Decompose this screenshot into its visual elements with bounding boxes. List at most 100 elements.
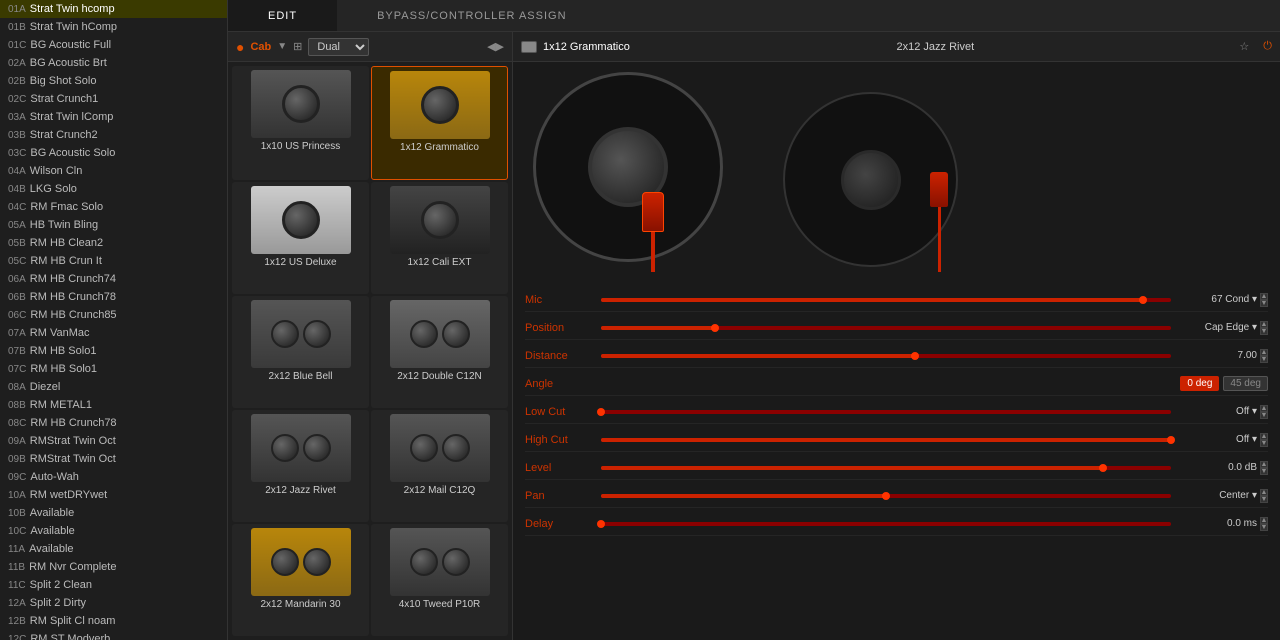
low-cut-value[interactable]: Off ▾	[1177, 406, 1257, 417]
sidebar-item-01c[interactable]: 01CBG Acoustic Full	[0, 36, 227, 54]
sidebar-item-12b[interactable]: 12BRM Split Cl noam	[0, 612, 227, 630]
low-cut-track[interactable]	[601, 410, 1171, 414]
level-spin-up[interactable]: ▲	[1260, 461, 1268, 468]
sidebar-item-07a[interactable]: 07ARM VanMac	[0, 324, 227, 342]
dist-spin-up[interactable]: ▲	[1260, 349, 1268, 356]
level-thumb[interactable]	[1099, 464, 1107, 472]
level-spin-down[interactable]: ▼	[1260, 468, 1268, 475]
sidebar-item-11b[interactable]: 11BRM Nvr Complete	[0, 558, 227, 576]
sidebar-item-09a[interactable]: 09ARMStrat Twin Oct	[0, 432, 227, 450]
angle-45deg-button[interactable]: 45 deg	[1223, 376, 1268, 391]
cab-item-2x12-blue-bell[interactable]: 2x12 Blue Bell	[232, 296, 369, 408]
pos-spin-down[interactable]: ▼	[1260, 328, 1268, 335]
sidebar-item-06a[interactable]: 06ARM HB Crunch74	[0, 270, 227, 288]
tab-edit[interactable]: EDIT	[228, 0, 337, 31]
cab-slot-2-name[interactable]: 2x12 Jazz Rivet	[897, 41, 975, 53]
high-cut-value[interactable]: Off ▾	[1177, 434, 1257, 445]
distance-spinner[interactable]: ▲▼	[1260, 349, 1268, 363]
distance-track[interactable]	[601, 354, 1171, 358]
level-spinner[interactable]: ▲▼	[1260, 461, 1268, 475]
sidebar-item-07b[interactable]: 07BRM HB Solo1	[0, 342, 227, 360]
high-cut-track[interactable]	[601, 438, 1171, 442]
cab-dropdown-arrow[interactable]: ▼	[277, 41, 287, 52]
mic-spin-down[interactable]: ▼	[1260, 300, 1268, 307]
delay-value[interactable]: 0.0 ms	[1177, 518, 1257, 529]
pan-spinner[interactable]: ▲▼	[1260, 489, 1268, 503]
sidebar-item-02b[interactable]: 02BBig Shot Solo	[0, 72, 227, 90]
pan-spin-down[interactable]: ▼	[1260, 496, 1268, 503]
sidebar-item-10c[interactable]: 10CAvailable	[0, 522, 227, 540]
pan-spin-up[interactable]: ▲	[1260, 489, 1268, 496]
position-thumb[interactable]	[711, 324, 719, 332]
sidebar-item-08a[interactable]: 08ADiezel	[0, 378, 227, 396]
power-icon[interactable]: ⏻	[1263, 40, 1272, 53]
sidebar-item-08c[interactable]: 08CRM HB Crunch78	[0, 414, 227, 432]
sidebar-item-12c[interactable]: 12CRM ST Modverb	[0, 630, 227, 640]
sidebar-item-06b[interactable]: 06BRM HB Crunch78	[0, 288, 227, 306]
angle-0deg-button[interactable]: 0 deg	[1180, 376, 1219, 391]
sidebar-item-12a[interactable]: 12ASplit 2 Dirty	[0, 594, 227, 612]
delay-track[interactable]	[601, 522, 1171, 526]
mic-spinner[interactable]: ▲▼	[1260, 293, 1268, 307]
position-value[interactable]: Cap Edge ▾	[1177, 322, 1257, 333]
pan-thumb[interactable]	[882, 492, 890, 500]
cab-slot-1-name[interactable]: 1x12 Grammatico	[543, 41, 630, 53]
cab-item-2x12-jazz-rivet[interactable]: 2x12 Jazz Rivet	[232, 410, 369, 522]
sidebar-item-08b[interactable]: 08BRM METAL1	[0, 396, 227, 414]
distance-value[interactable]: 7.00	[1177, 350, 1257, 361]
sidebar-item-06c[interactable]: 06CRM HB Crunch85	[0, 306, 227, 324]
high-cut-thumb[interactable]	[1167, 436, 1175, 444]
cab-item-2x12-double-c12n[interactable]: 2x12 Double C12N	[371, 296, 508, 408]
pos-spin-up[interactable]: ▲	[1260, 321, 1268, 328]
mic-thumb[interactable]	[1139, 296, 1147, 304]
sidebar-item-03c[interactable]: 03CBG Acoustic Solo	[0, 144, 227, 162]
cab-item-2x12-mandarin-30[interactable]: 2x12 Mandarin 30	[232, 524, 369, 636]
hcut-spin-down[interactable]: ▼	[1260, 440, 1268, 447]
pan-track[interactable]	[601, 494, 1171, 498]
sidebar-item-11a[interactable]: 11AAvailable	[0, 540, 227, 558]
hcut-spin-up[interactable]: ▲	[1260, 433, 1268, 440]
sidebar-item-07c[interactable]: 07CRM HB Solo1	[0, 360, 227, 378]
position-spinner[interactable]: ▲▼	[1260, 321, 1268, 335]
sidebar-item-11c[interactable]: 11CSplit 2 Clean	[0, 576, 227, 594]
high-cut-spinner[interactable]: ▲▼	[1260, 433, 1268, 447]
sidebar-item-03b[interactable]: 03BStrat Crunch2	[0, 126, 227, 144]
sidebar-item-04c[interactable]: 04CRM Fmac Solo	[0, 198, 227, 216]
distance-thumb[interactable]	[911, 352, 919, 360]
delay-thumb[interactable]	[597, 520, 605, 528]
cab-nav[interactable]: ◀▶	[487, 40, 504, 53]
cab-item-1x12-cali-ext[interactable]: 1x12 Cali EXT	[371, 182, 508, 294]
sidebar-item-10a[interactable]: 10ARM wetDRYwet	[0, 486, 227, 504]
sidebar-item-04a[interactable]: 04AWilson Cln	[0, 162, 227, 180]
cab-item-1x12-us-deluxe[interactable]: 1x12 US Deluxe	[232, 182, 369, 294]
sidebar-item-09b[interactable]: 09BRMStrat Twin Oct	[0, 450, 227, 468]
lcut-spin-down[interactable]: ▼	[1260, 412, 1268, 419]
sidebar-item-05b[interactable]: 05BRM HB Clean2	[0, 234, 227, 252]
cab-item-2x12-mail-c12q[interactable]: 2x12 Mail C12Q	[371, 410, 508, 522]
lcut-spin-up[interactable]: ▲	[1260, 405, 1268, 412]
sidebar-item-02a[interactable]: 02ABG Acoustic Brt	[0, 54, 227, 72]
delay-spin-down[interactable]: ▼	[1260, 524, 1268, 531]
mic-spin-up[interactable]: ▲	[1260, 293, 1268, 300]
level-track[interactable]	[601, 466, 1171, 470]
cab-item-1x12-grammatico[interactable]: 1x12 Grammatico	[371, 66, 508, 180]
position-track[interactable]	[601, 326, 1171, 330]
dist-spin-down[interactable]: ▼	[1260, 356, 1268, 363]
sidebar-item-09c[interactable]: 09CAuto-Wah	[0, 468, 227, 486]
low-cut-spinner[interactable]: ▲▼	[1260, 405, 1268, 419]
sidebar-item-01b[interactable]: 01BStrat Twin hComp	[0, 18, 227, 36]
cab-item-4x10-tweed-p10r[interactable]: 4x10 Tweed P10R	[371, 524, 508, 636]
level-value[interactable]: 0.0 dB	[1177, 462, 1257, 473]
tab-bypass[interactable]: BYPASS/CONTROLLER ASSIGN	[337, 0, 606, 31]
sidebar-item-10b[interactable]: 10BAvailable	[0, 504, 227, 522]
sidebar-item-01a[interactable]: 01AStrat Twin hcomp	[0, 0, 227, 18]
pan-value[interactable]: Center ▾	[1177, 490, 1257, 501]
sidebar-item-05c[interactable]: 05CRM HB Crun It	[0, 252, 227, 270]
mic-value[interactable]: 67 Cond ▾	[1177, 294, 1257, 305]
delay-spin-up[interactable]: ▲	[1260, 517, 1268, 524]
cab-mode-select[interactable]: Dual Single	[308, 38, 369, 56]
sidebar-item-05a[interactable]: 05AHB Twin Bling	[0, 216, 227, 234]
sidebar-item-04b[interactable]: 04BLKG Solo	[0, 180, 227, 198]
mic-track[interactable]	[601, 298, 1171, 302]
sidebar-item-02c[interactable]: 02CStrat Crunch1	[0, 90, 227, 108]
